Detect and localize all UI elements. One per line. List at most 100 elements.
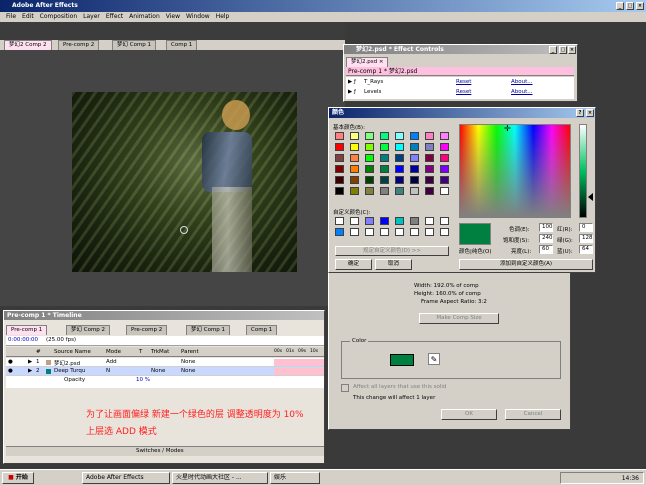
custom-color-swatch[interactable] xyxy=(440,217,449,225)
column-header[interactable]: # xyxy=(36,349,41,355)
menu-item[interactable]: Edit xyxy=(22,12,34,22)
basic-color-swatch[interactable] xyxy=(335,187,344,195)
color-ok-button[interactable]: 确定 xyxy=(335,259,372,270)
twirl-arrow-icon[interactable]: ▶ xyxy=(28,359,32,365)
eyedropper-icon[interactable]: ✎ xyxy=(428,353,440,365)
basic-color-swatch[interactable] xyxy=(425,176,434,184)
basic-color-swatch[interactable] xyxy=(335,176,344,184)
basic-color-swatch[interactable] xyxy=(440,154,449,162)
custom-color-swatch[interactable] xyxy=(410,228,419,236)
luminance-slider[interactable] xyxy=(579,124,587,218)
timecode[interactable]: 0:00:00:00 xyxy=(8,337,38,343)
effect-reset-link[interactable]: Reset xyxy=(456,79,471,85)
basic-color-swatch[interactable] xyxy=(395,165,404,173)
layer-name[interactable]: Deep Turqu xyxy=(54,368,85,374)
basic-color-swatch[interactable] xyxy=(425,143,434,151)
basic-color-swatch[interactable] xyxy=(350,165,359,173)
twirl-arrow-icon[interactable]: ▶ xyxy=(28,368,32,374)
green-input[interactable]: 128 xyxy=(579,234,593,243)
basic-color-swatch[interactable] xyxy=(350,143,359,151)
sat-input[interactable]: 240 xyxy=(539,234,553,243)
column-header[interactable]: T xyxy=(139,349,142,355)
custom-color-swatch[interactable] xyxy=(425,228,434,236)
basic-color-swatch[interactable] xyxy=(410,132,419,140)
color-close-button[interactable]: × xyxy=(586,109,594,117)
basic-color-swatch[interactable] xyxy=(380,176,389,184)
start-button[interactable]: ■ 开始 xyxy=(2,472,34,484)
custom-color-swatch[interactable] xyxy=(395,228,404,236)
effect-about-link[interactable]: About... xyxy=(511,79,533,85)
comp-viewer[interactable] xyxy=(0,50,345,306)
custom-color-swatch[interactable] xyxy=(350,228,359,236)
lum-input[interactable]: 60 xyxy=(539,245,553,254)
add-custom-color-button[interactable]: 添加到自定义颜色(A) xyxy=(459,259,593,270)
basic-color-swatch[interactable] xyxy=(395,187,404,195)
basic-color-swatch[interactable] xyxy=(365,143,374,151)
basic-color-swatch[interactable] xyxy=(380,187,389,195)
basic-color-swatch[interactable] xyxy=(365,176,374,184)
basic-color-swatch[interactable] xyxy=(440,143,449,151)
layer-parent-select[interactable]: None xyxy=(181,359,195,365)
make-comp-size-button[interactable]: Make Comp Size xyxy=(419,313,499,324)
menu-item[interactable]: Layer xyxy=(83,12,100,22)
column-header[interactable]: TrkMat xyxy=(151,349,169,355)
menu-item[interactable]: Window xyxy=(186,12,210,22)
basic-color-swatch[interactable] xyxy=(335,154,344,162)
basic-color-swatch[interactable] xyxy=(350,154,359,162)
effect-row[interactable]: ▶ ƒ T_Rays Reset About... xyxy=(346,78,574,87)
expand-arrow-icon[interactable]: ▶ ƒ xyxy=(348,79,356,85)
switches-modes-toggle[interactable]: Switches / Modes xyxy=(136,448,184,454)
hue-saturation-spectrum[interactable]: ✛ xyxy=(459,124,571,218)
blue-input[interactable]: 64 xyxy=(579,245,593,254)
effect-about-link[interactable]: About... xyxy=(511,89,533,95)
column-header[interactable]: Mode xyxy=(106,349,121,355)
comp-tab[interactable]: 梦幻2 Comp 2 xyxy=(4,40,52,50)
comp-tab[interactable]: 梦幻 Comp 1 xyxy=(112,40,157,50)
custom-color-swatch[interactable] xyxy=(440,228,449,236)
layer-duration-bar[interactable] xyxy=(274,368,324,375)
opacity-value[interactable]: 10 % xyxy=(136,377,150,383)
help-button[interactable]: ? xyxy=(576,109,584,117)
custom-color-swatch[interactable] xyxy=(380,228,389,236)
timeline-tab[interactable]: Pre-comp 2 xyxy=(126,325,168,335)
eye-icon[interactable]: ● xyxy=(8,359,13,365)
layer-row[interactable]: ● ▶ 1 梦幻2.psd Add None xyxy=(6,358,324,367)
basic-color-swatch[interactable] xyxy=(440,176,449,184)
maximize-button[interactable]: □ xyxy=(626,2,634,10)
layer-parent-select[interactable]: None xyxy=(181,368,195,374)
solid-ok-button[interactable]: OK xyxy=(441,409,497,420)
affect-all-checkbox[interactable] xyxy=(341,384,349,392)
column-header[interactable]: Source Name xyxy=(54,349,91,355)
ec-close-button[interactable]: × xyxy=(568,46,576,54)
close-button[interactable]: × xyxy=(636,2,644,10)
layer-mode-select[interactable]: N xyxy=(106,368,110,374)
layer-trkmat-select[interactable]: None xyxy=(151,368,165,374)
custom-color-swatch[interactable] xyxy=(425,217,434,225)
custom-color-swatch[interactable] xyxy=(335,228,344,236)
layer-duration-bar[interactable] xyxy=(274,359,324,366)
effect-reset-link[interactable]: Reset xyxy=(456,89,471,95)
eye-icon[interactable]: ● xyxy=(8,368,13,374)
basic-color-swatch[interactable] xyxy=(395,143,404,151)
taskbar-item-media[interactable]: 娱乐 xyxy=(270,472,320,484)
menu-item[interactable]: Help xyxy=(216,12,230,22)
basic-color-swatch[interactable] xyxy=(380,132,389,140)
basic-color-swatch[interactable] xyxy=(440,132,449,140)
custom-color-swatch[interactable] xyxy=(410,217,419,225)
basic-color-swatch[interactable] xyxy=(365,154,374,162)
solid-color-swatch[interactable] xyxy=(390,354,414,366)
ec-tab[interactable]: 梦幻2.psd × xyxy=(346,57,389,67)
menu-item[interactable]: View xyxy=(166,12,180,22)
solid-cancel-button[interactable]: Cancel xyxy=(505,409,561,420)
effect-row[interactable]: ▶ ƒ Levels Reset About... xyxy=(346,88,574,97)
ec-maximize-button[interactable]: □ xyxy=(559,46,567,54)
layer-name[interactable]: 梦幻2.psd xyxy=(54,359,80,367)
basic-color-swatch[interactable] xyxy=(395,176,404,184)
time-ruler[interactable]: 00s 01s 09s 10s xyxy=(274,347,324,357)
basic-color-swatch[interactable] xyxy=(365,165,374,173)
layer-mode-select[interactable]: Add xyxy=(106,359,117,365)
basic-color-swatch[interactable] xyxy=(410,143,419,151)
basic-color-swatch[interactable] xyxy=(410,176,419,184)
basic-color-swatch[interactable] xyxy=(350,176,359,184)
ec-minimize-button[interactable]: _ xyxy=(549,46,557,54)
